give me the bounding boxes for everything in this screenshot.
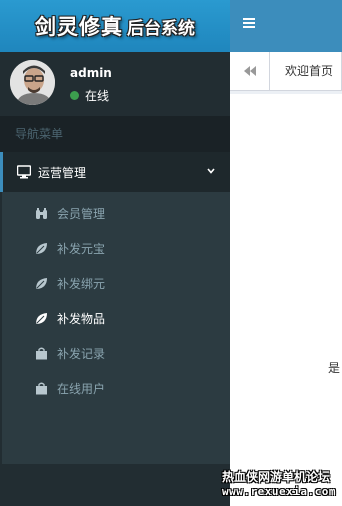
logo-title: 剑灵修真 — [35, 15, 123, 39]
sidebar-item-label: 会员管理 — [57, 206, 106, 221]
username: admin — [70, 66, 112, 80]
avatar — [10, 60, 55, 105]
sidebar-toggle-button[interactable] — [243, 16, 259, 32]
logo[interactable]: 剑灵修真 后台系统 — [0, 0, 230, 52]
logo-subtitle: 后台系统 — [127, 18, 195, 39]
hamburger-icon — [243, 18, 255, 28]
sidebar-item-member-management[interactable]: 会员管理 — [2, 196, 230, 230]
sidebar-item-reissue-records[interactable]: 补发记录 — [2, 336, 230, 370]
watermark-title: 热血侠网游单机论坛 — [222, 470, 331, 484]
main-panel: 是 — [230, 94, 342, 506]
submenu: 会员管理 补发元宝 补发绑元 补发物品 补发记录 在线用户 — [2, 192, 230, 464]
sidebar-item-online-users[interactable]: 在线用户 — [2, 371, 230, 405]
sidebar: admin 在线 导航菜单 运营管理 会员管理 补发元宝 补发绑元 补发物品 补… — [0, 52, 230, 506]
shopping-bag-icon — [36, 347, 47, 359]
sidebar-item-label: 补发元宝 — [57, 241, 106, 256]
watermark: 热血侠网游单机论坛 www.rexuexia.com — [222, 468, 342, 498]
desktop-icon — [17, 165, 31, 179]
menu-operations-label: 运营管理 — [38, 165, 87, 180]
watermark-url: www.rexuexia.com — [222, 485, 336, 498]
leaf-icon — [36, 312, 47, 324]
binoculars-icon — [36, 207, 47, 219]
user-status-text: 在线 — [85, 89, 110, 103]
sidebar-item-label: 补发记录 — [57, 346, 106, 361]
sidebar-item-label: 补发物品 — [57, 311, 106, 326]
user-status: 在线 — [70, 87, 109, 104]
sidebar-item-reissue-yuanbao[interactable]: 补发元宝 — [2, 231, 230, 265]
sidebar-item-label: 补发绑元 — [57, 276, 106, 291]
top-navbar — [230, 0, 342, 52]
leaf-icon — [36, 277, 47, 289]
tab-scroll-left-button[interactable] — [230, 52, 270, 90]
shopping-bag-icon — [36, 382, 47, 394]
chevron-down-icon — [207, 168, 215, 174]
backward-icon — [243, 66, 256, 76]
tab-welcome-home[interactable]: 欢迎首页 — [270, 52, 342, 90]
tab-bar: 欢迎首页 — [230, 52, 342, 91]
content-area: 欢迎首页 是 — [230, 52, 342, 506]
panel-text: 是 — [328, 361, 341, 375]
user-panel: admin 在线 — [0, 52, 230, 116]
sidebar-item-label: 在线用户 — [57, 381, 106, 396]
menu-operations-management[interactable]: 运营管理 — [0, 152, 230, 192]
sidebar-item-reissue-items[interactable]: 补发物品 — [2, 301, 230, 335]
sidebar-item-reissue-bound-yuan[interactable]: 补发绑元 — [2, 266, 230, 300]
online-status-icon — [70, 91, 79, 100]
nav-header: 导航菜单 — [0, 116, 230, 152]
leaf-icon — [36, 242, 47, 254]
